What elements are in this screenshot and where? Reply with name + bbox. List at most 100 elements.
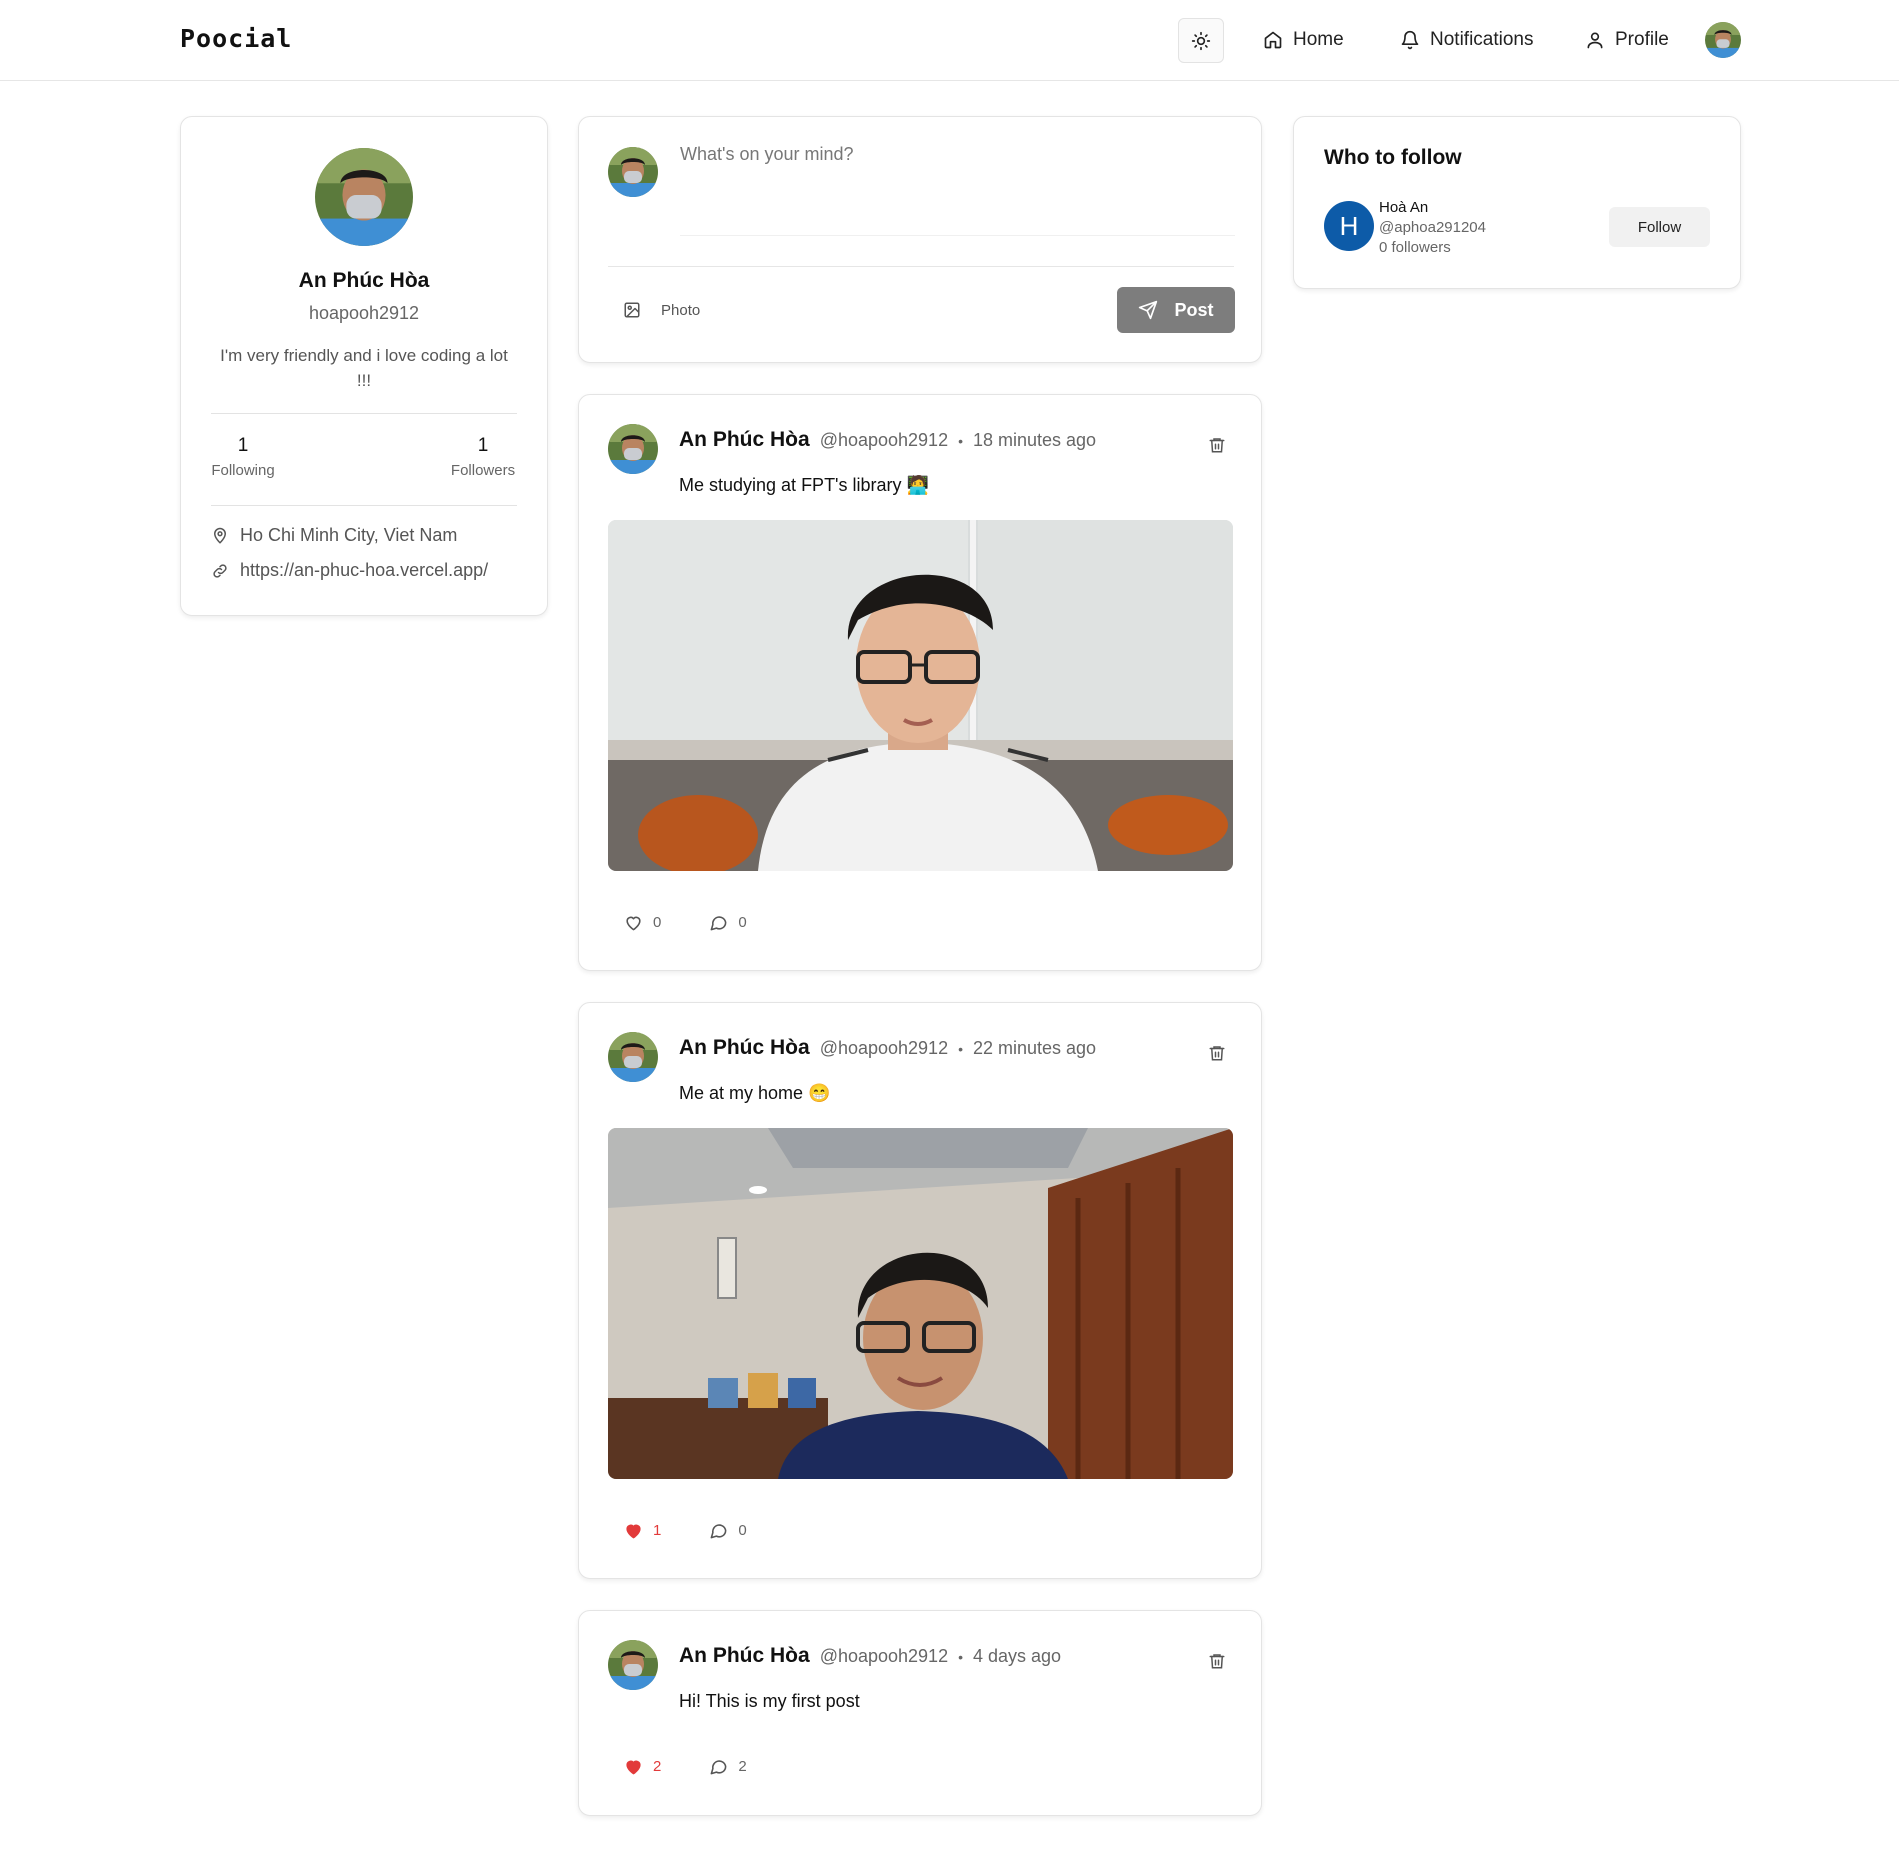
home-icon [1264, 31, 1282, 49]
add-photo-label: Photo [661, 301, 701, 319]
post-timestamp: 18 minutes ago [972, 430, 1097, 450]
post-photo[interactable] [608, 520, 1233, 871]
post-card: An Phúc Hòa @hoapooh2912 • 22 minutes ag… [578, 1002, 1262, 1579]
user-icon [1587, 32, 1603, 49]
image-icon [624, 302, 640, 318]
following-stat[interactable]: 1 Following [211, 435, 275, 479]
suggested-user-followers: 0 followers [1379, 239, 1451, 256]
post-content: Me studying at FPT's library 🧑‍💻 [679, 475, 929, 495]
submit-post-label: Post [1174, 299, 1214, 320]
post-author-name[interactable]: An Phúc Hòa [679, 1644, 810, 1668]
link-icon [213, 563, 227, 578]
heart-filled-icon [626, 1524, 641, 1539]
post-header: An Phúc Hòa @hoapooh2912 • 18 minutes ag… [679, 428, 1096, 452]
followers-count: 1 [477, 435, 489, 456]
sun-icon [1191, 31, 1211, 50]
post-author-avatar[interactable] [608, 1640, 658, 1690]
like-button[interactable]: 1 [624, 1521, 661, 1540]
post-author-avatar[interactable] [608, 1032, 658, 1082]
post-author-name[interactable]: An Phúc Hòa [679, 1036, 810, 1060]
comment-count: 0 [738, 1522, 747, 1539]
post-header: An Phúc Hòa @hoapooh2912 • 4 days ago [679, 1644, 1061, 1668]
app-logo[interactable]: Poocial [180, 24, 292, 53]
comment-icon [710, 916, 727, 931]
like-button[interactable]: 2 [624, 1757, 661, 1776]
user-avatar-menu[interactable] [1705, 22, 1741, 58]
comment-button[interactable]: 0 [709, 913, 747, 932]
divider [608, 266, 1234, 267]
follow-button[interactable]: Follow [1609, 207, 1710, 247]
comment-button[interactable]: 0 [709, 1521, 747, 1540]
heart-outline-icon [626, 916, 641, 931]
composer-avatar [608, 147, 658, 197]
heart-filled-icon [626, 1760, 641, 1775]
delete-post-button[interactable] [1208, 435, 1226, 458]
like-button[interactable]: 0 [624, 913, 661, 932]
post-author-handle: @hoapooh2912 [819, 1038, 949, 1058]
avatar-image [608, 1032, 658, 1082]
comment-button[interactable]: 2 [709, 1757, 747, 1776]
nav-profile-link[interactable]: Profile [1585, 25, 1669, 55]
profile-name: An Phúc Hòa [298, 269, 430, 292]
top-navbar: Poocial Home Notifications Profile [0, 0, 1899, 81]
website-row[interactable]: https://an-phuc-hoa.vercel.app/ [211, 560, 488, 581]
separator-dot: • [958, 1041, 963, 1057]
profile-card: An Phúc Hòa hoapooh2912 I'm very friendl… [180, 116, 548, 616]
suggested-user-name[interactable]: Hoà An [1379, 199, 1428, 216]
suggested-user-handle: @aphoa291204 [1379, 219, 1486, 236]
delete-post-button[interactable] [1208, 1651, 1226, 1674]
trash-icon [1209, 438, 1225, 453]
trash-icon [1209, 1046, 1225, 1061]
nav-home-link[interactable]: Home [1263, 25, 1344, 55]
bell-icon [1401, 30, 1419, 50]
like-count: 2 [653, 1758, 662, 1775]
followers-stat[interactable]: 1 Followers [449, 435, 517, 479]
nav-notifications-link[interactable]: Notifications [1400, 25, 1534, 55]
who-to-follow-card: Who to follow H Hoà An @aphoa291204 0 fo… [1293, 116, 1741, 289]
post-timestamp: 22 minutes ago [972, 1038, 1097, 1058]
comment-count: 2 [738, 1758, 747, 1775]
who-to-follow-title: Who to follow [1324, 146, 1462, 169]
nav-notifications-label: Notifications [1430, 29, 1534, 50]
avatar-image [608, 147, 658, 197]
separator-dot: • [958, 1649, 963, 1665]
photo-library-image [608, 520, 1233, 871]
post-photo[interactable] [608, 1128, 1233, 1479]
map-pin-icon [213, 527, 227, 544]
post-content: Me at my home 😁 [679, 1083, 831, 1103]
post-actions: 1 0 [624, 1521, 795, 1540]
post-text-input[interactable] [680, 144, 1235, 236]
avatar-image [315, 148, 413, 246]
post-card: An Phúc Hòa @hoapooh2912 • 4 days ago Hi… [578, 1610, 1262, 1816]
website-link[interactable]: https://an-phuc-hoa.vercel.app/ [240, 560, 488, 581]
following-count: 1 [237, 435, 249, 456]
profile-avatar[interactable] [315, 148, 413, 246]
post-author-avatar[interactable] [608, 424, 658, 474]
submit-post-button[interactable]: Post [1117, 287, 1235, 333]
photo-home-image [608, 1128, 1233, 1479]
post-content: Hi! This is my first post [679, 1691, 860, 1711]
avatar-image [608, 1640, 658, 1690]
comment-icon [710, 1760, 727, 1775]
like-count: 1 [653, 1522, 662, 1539]
add-photo-button[interactable]: Photo [623, 301, 700, 319]
theme-toggle-button[interactable] [1178, 18, 1224, 63]
profile-handle: hoapooh2912 [308, 303, 420, 323]
following-label: Following [211, 462, 275, 479]
post-card: An Phúc Hòa @hoapooh2912 • 18 minutes ag… [578, 394, 1262, 971]
delete-post-button[interactable] [1208, 1043, 1226, 1066]
location-text: Ho Chi Minh City, Viet Nam [240, 525, 458, 545]
post-author-handle: @hoapooh2912 [819, 1646, 949, 1666]
comment-count: 0 [738, 914, 747, 931]
like-count: 0 [653, 914, 662, 931]
comment-icon [710, 1524, 727, 1539]
post-author-name[interactable]: An Phúc Hòa [679, 428, 810, 452]
separator-dot: • [958, 433, 963, 449]
avatar-image [1705, 22, 1741, 58]
post-header: An Phúc Hòa @hoapooh2912 • 22 minutes ag… [679, 1036, 1096, 1060]
suggested-user-avatar[interactable]: H [1324, 201, 1374, 251]
nav-profile-label: Profile [1615, 29, 1669, 50]
send-icon [1139, 300, 1158, 320]
post-author-handle: @hoapooh2912 [819, 430, 949, 450]
avatar-image [608, 424, 658, 474]
